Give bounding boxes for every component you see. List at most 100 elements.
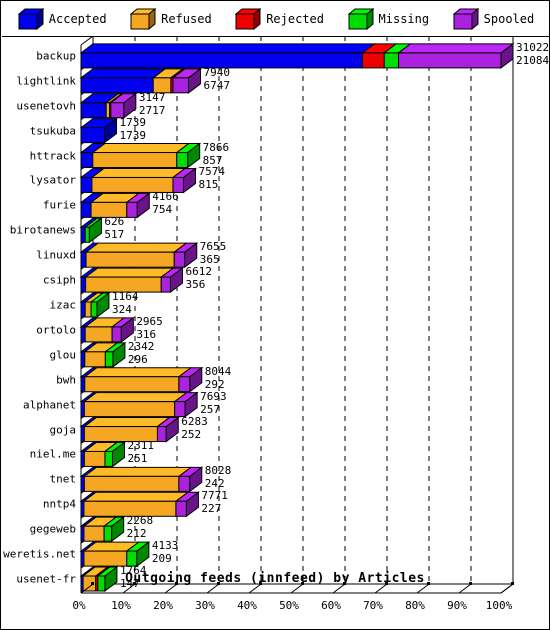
bar-linuxd[interactable]: [79, 242, 199, 269]
bar-value-bottom-izac: 324: [111, 303, 132, 316]
bar-value-top-furie: 4166: [152, 190, 179, 204]
y-axis-label-nntp4: nntp4: [42, 497, 76, 511]
y-axis-label-weretis.net: weretis.net: [3, 547, 76, 561]
x-axis-tick-label: 40%: [237, 599, 257, 612]
bar-tnet[interactable]: [79, 466, 204, 493]
bar-value-top-lightlink: 7940: [203, 65, 231, 79]
x-axis-tick-label: 10%: [111, 599, 131, 612]
chart-container: Accepted Refused Rejected Missing Spooled ba…: [0, 0, 550, 630]
bar-csiph[interactable]: [79, 267, 184, 294]
bar-value-top-weretis.net: 4133: [151, 539, 179, 553]
legend-item-accepted: Accepted: [17, 7, 107, 31]
bar-httrack[interactable]: [79, 142, 202, 169]
bar-value-bottom-goja: 252: [181, 427, 202, 441]
bar-lysator[interactable]: [79, 167, 197, 194]
bar-alphanet[interactable]: [79, 391, 199, 418]
bar-value-top-birotanews: 626: [104, 215, 125, 229]
bar-value-top-csiph: 6612: [185, 265, 212, 279]
bar-value-top-backup: 31022: [516, 40, 550, 54]
bar-bwh[interactable]: [79, 366, 204, 393]
cube-icon: [347, 7, 374, 31]
x-axis-tick-label: 20%: [153, 599, 173, 612]
bar-lightlink[interactable]: [79, 67, 203, 94]
y-axis-label-backup: backup: [36, 49, 76, 63]
bar-value-bottom-niel.me: 251: [127, 452, 148, 466]
x-axis-tick-label: 30%: [195, 599, 215, 612]
cube-icon: [129, 7, 157, 31]
bar-value-top-nntp4: 7771: [201, 489, 228, 503]
bar-value-bottom-glou: 296: [127, 352, 148, 366]
bar-value-top-izac: 1164: [111, 290, 139, 303]
bar-glou[interactable]: [79, 341, 127, 368]
y-axis-label-alphanet: alphanet: [23, 398, 76, 412]
y-axis-label-niel.me: niel.me: [29, 447, 76, 461]
y-axis-label-izac: izac: [49, 298, 77, 312]
y-axis-label-furie: furie: [42, 198, 76, 212]
bar-value-top-linuxd: 7655: [199, 240, 227, 254]
cube-icon: [234, 7, 262, 31]
y-axis-label-glou: glou: [49, 348, 77, 362]
y-axis-label-lysator: lysator: [29, 173, 76, 187]
bar-value-bottom-nntp4: 227: [201, 502, 222, 516]
bar-nntp4[interactable]: [79, 491, 200, 518]
bar-tsukuba[interactable]: [79, 117, 119, 144]
bar-value-top-ortolo: 2965: [136, 314, 163, 328]
x-axis-tick-label: 0%: [72, 599, 86, 612]
bar-value-top-goja: 6283: [181, 414, 208, 428]
legend-label: Refused: [161, 12, 212, 26]
y-axis-label-usenetovh: usenetovh: [16, 99, 76, 113]
y-axis-label-lightlink: lightlink: [16, 74, 76, 88]
y-axis-label-tsukuba: tsukuba: [29, 124, 76, 138]
bar-value-top-bwh: 8044: [204, 364, 232, 378]
bar-weretis.net[interactable]: [79, 541, 151, 568]
bar-value-bottom-backup: 21084: [516, 53, 550, 67]
bar-niel.me[interactable]: [79, 441, 126, 468]
bar-value-bottom-lightlink: 6747: [203, 78, 231, 92]
plot-svg: [79, 37, 515, 594]
legend-item-missing: Missing: [347, 7, 430, 31]
bar-value-top-lysator: 7574: [198, 165, 225, 179]
legend-item-rejected: Rejected: [234, 7, 324, 31]
bar-value-bottom-furie: 754: [152, 203, 173, 217]
bar-izac[interactable]: [79, 292, 111, 318]
bar-value-top-glou: 2342: [127, 339, 155, 353]
bar-goja[interactable]: [79, 416, 180, 443]
bar-value-bottom-weretis.net: 209: [151, 552, 172, 566]
plot-area: backup 31022 21084 lightlink 7940 6747 useneto…: [1, 37, 549, 629]
bar-ortolo[interactable]: [79, 316, 135, 343]
bar-backup[interactable]: [79, 42, 515, 69]
y-axis-label-bwh: bwh: [56, 373, 76, 387]
y-axis-label-csiph: csiph: [42, 273, 76, 287]
x-axis-tick-label: 70%: [363, 599, 383, 612]
x-axis-tick-label: 50%: [279, 599, 299, 612]
bar-value-top-usenetovh: 3147: [138, 90, 166, 104]
y-axis-label-httrack: httrack: [29, 149, 76, 163]
legend-item-refused: Refused: [129, 7, 212, 31]
cube-icon: [17, 7, 45, 31]
bar-value-bottom-lysator: 815: [198, 178, 219, 192]
bar-gegeweb[interactable]: [79, 516, 126, 543]
y-axis-label-birotanews: birotanews: [9, 223, 76, 237]
legend-item-spooled: Spooled: [452, 7, 534, 31]
y-axis-label-tnet: tnet: [49, 472, 77, 486]
x-axis-tick-label: 60%: [321, 599, 341, 612]
bar-value-bottom-birotanews: 517: [104, 228, 125, 242]
bar-birotanews[interactable]: [79, 217, 103, 244]
bar-value-bottom-tsukuba: 1739: [119, 128, 147, 142]
bar-value-bottom-gegeweb: 212: [126, 527, 147, 541]
bar-usenetovh[interactable]: [79, 92, 138, 119]
bar-value-bottom-csiph: 356: [185, 278, 206, 292]
bar-value-top-httrack: 7866: [202, 140, 230, 154]
bar-value-top-niel.me: 2311: [127, 439, 155, 453]
bar-furie[interactable]: [79, 192, 151, 219]
y-axis-label-ortolo: ortolo: [36, 323, 76, 337]
chart-legend: Accepted Refused Rejected Missing Spooled: [2, 2, 550, 37]
bar-value-top-tnet: 8028: [204, 464, 232, 478]
legend-label: Missing: [378, 12, 430, 26]
x-axis-tick-label: 80%: [405, 599, 425, 612]
y-axis-label-goja: goja: [49, 423, 77, 437]
legend-label: Accepted: [48, 12, 107, 26]
y-axis-label-gegeweb: gegeweb: [29, 522, 76, 536]
x-axis-tick-label: 90%: [447, 599, 467, 612]
cube-icon: [452, 7, 480, 31]
